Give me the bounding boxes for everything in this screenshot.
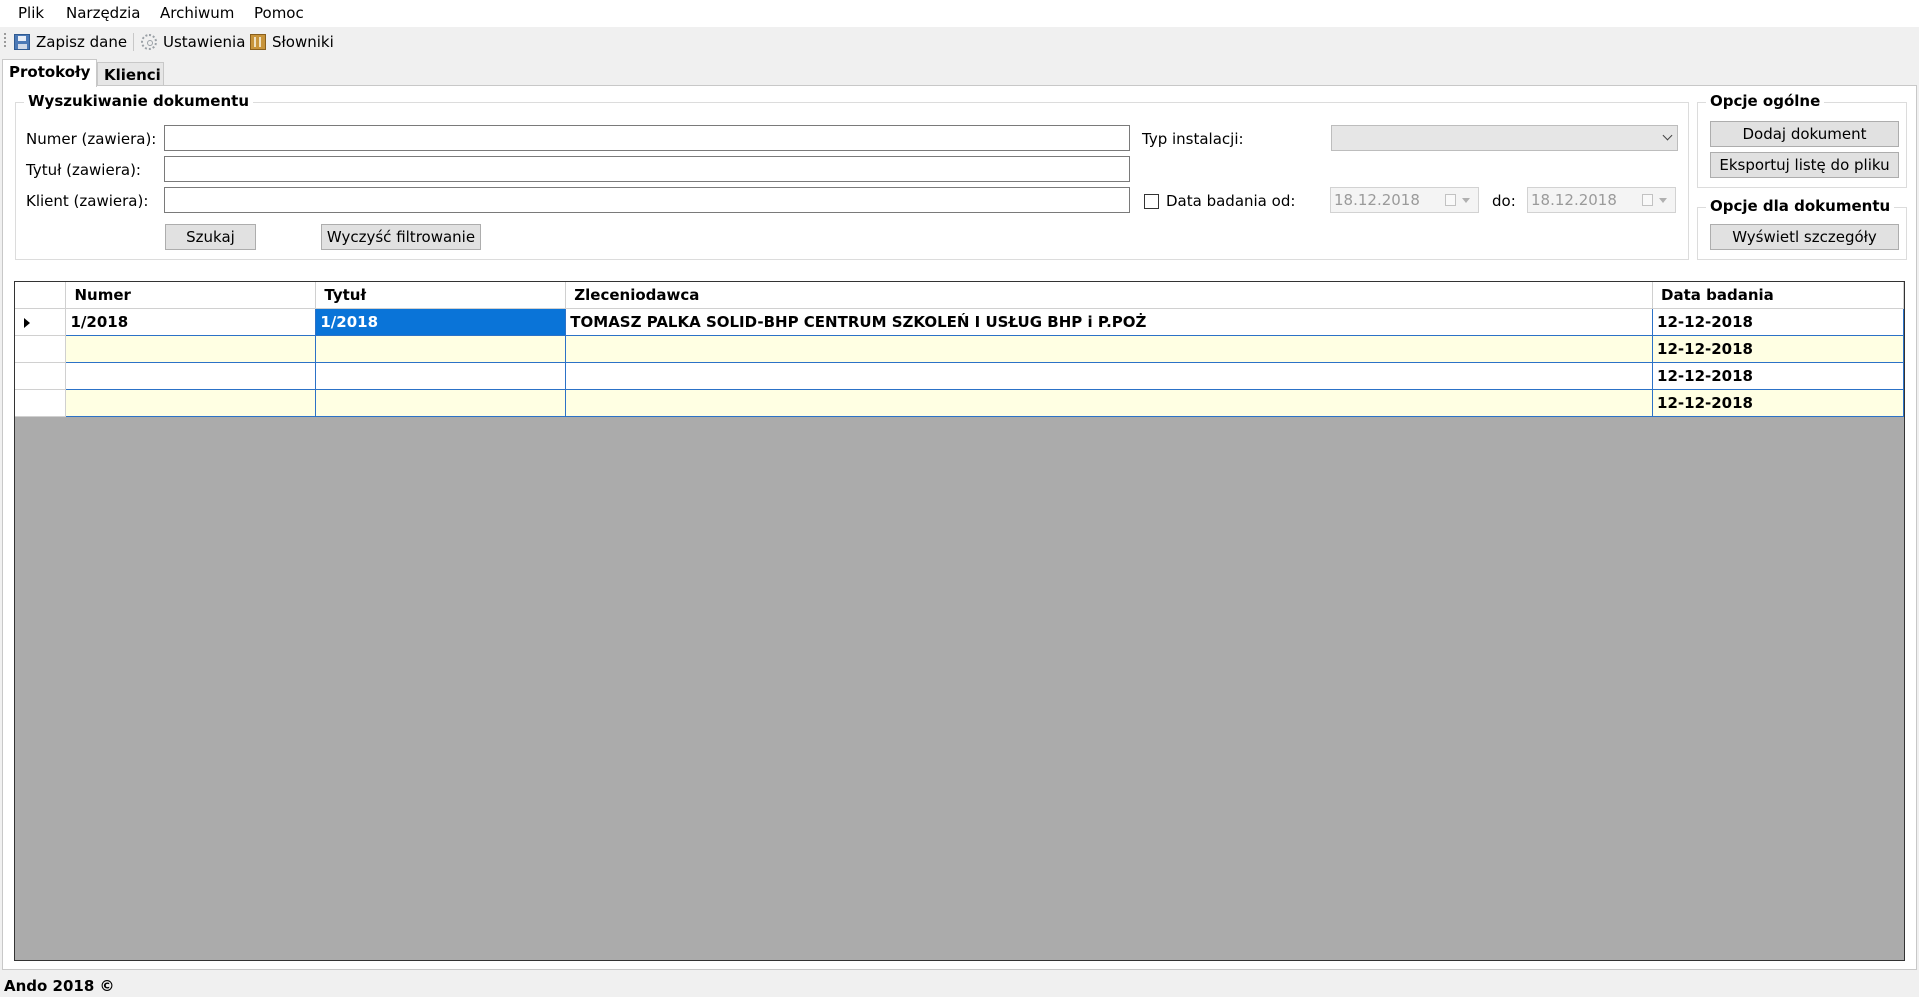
cell-data-badania[interactable]: 12-12-2018	[1652, 334, 1904, 363]
table-row[interactable]: 12-12-2018	[15, 361, 1904, 390]
column-header-data-badania[interactable]: Data badania	[1652, 282, 1904, 309]
table-row[interactable]: 12-12-2018	[15, 334, 1904, 363]
cell-tytul[interactable]	[315, 334, 567, 363]
client-label: Klient (zawiera):	[26, 192, 149, 210]
documents-grid[interactable]: Numer Tytuł Zleceniodawca Data badania 1…	[14, 281, 1905, 961]
date-from-value: 18.12.2018	[1334, 191, 1420, 209]
current-row-arrow-icon	[24, 317, 30, 328]
document-options-group: Opcje dla dokumentu Wyświetl szczegóły	[1697, 197, 1907, 260]
documents-table: Numer Tytuł Zleceniodawca Data badania 1…	[15, 282, 1904, 417]
book-icon	[250, 34, 266, 50]
number-input[interactable]	[164, 125, 1130, 151]
clear-filter-button[interactable]: Wyczyść filtrowanie	[321, 224, 481, 250]
cell-tytul[interactable]: 1/2018	[315, 307, 567, 336]
show-details-button[interactable]: Wyświetl szczegóły	[1710, 224, 1899, 250]
date-to-label: do:	[1492, 192, 1516, 210]
date-to-picker[interactable]: 18.12.2018	[1527, 187, 1676, 213]
gear-icon	[141, 34, 157, 50]
table-row[interactable]: 12-12-2018	[15, 388, 1904, 417]
column-header-zleceniodawca[interactable]: Zleceniodawca	[565, 282, 1654, 309]
save-icon	[14, 34, 30, 50]
menu-archiwum[interactable]: Archiwum	[160, 4, 234, 22]
cell-numer[interactable]: 1/2018	[65, 307, 317, 336]
cell-numer[interactable]	[65, 388, 317, 417]
row-header[interactable]	[15, 362, 67, 390]
cell-numer[interactable]	[65, 361, 317, 390]
chevron-down-icon	[1662, 130, 1673, 141]
status-text: Ando 2018 ©	[4, 977, 115, 995]
date-to-value: 18.12.2018	[1531, 191, 1617, 209]
dropdown-arrow-icon	[1659, 198, 1667, 203]
cell-data-badania[interactable]: 12-12-2018	[1652, 388, 1904, 417]
date-filter-checkbox[interactable]	[1144, 194, 1159, 209]
save-data-button[interactable]: Zapisz dane	[14, 32, 127, 52]
search-group-title: Wyszukiwanie dokumentu	[24, 92, 254, 110]
row-header-corner	[15, 282, 67, 309]
column-header-numer[interactable]: Numer	[65, 282, 317, 309]
menu-bar: Plik Narzędzia Archiwum Pomoc	[0, 0, 1919, 27]
search-group: Wyszukiwanie dokumentu Numer (zawiera): …	[15, 92, 1689, 260]
document-options-title: Opcje dla dokumentu	[1706, 197, 1895, 215]
settings-button[interactable]: Ustawienia	[141, 32, 245, 52]
dictionaries-label: Słowniki	[272, 33, 334, 51]
cell-tytul[interactable]	[315, 361, 567, 390]
search-button[interactable]: Szukaj	[165, 224, 256, 250]
toolbar-separator	[133, 33, 134, 51]
add-document-button[interactable]: Dodaj dokument	[1710, 121, 1899, 147]
status-bar: Ando 2018 ©	[0, 973, 1919, 997]
title-label: Tytuł (zawiera):	[26, 161, 141, 179]
dropdown-arrow-icon	[1462, 198, 1470, 203]
cell-numer[interactable]	[65, 334, 317, 363]
menu-pomoc[interactable]: Pomoc	[254, 4, 304, 22]
install-type-select[interactable]	[1331, 125, 1678, 151]
date-from-picker[interactable]: 18.12.2018	[1330, 187, 1479, 213]
save-data-label: Zapisz dane	[36, 33, 128, 51]
export-list-button[interactable]: Eksportuj listę do pliku	[1710, 152, 1899, 178]
cell-zleceniodawca[interactable]	[565, 361, 1654, 390]
menu-narzedzia[interactable]: Narzędzia	[66, 4, 140, 22]
dictionaries-button[interactable]: Słowniki	[250, 32, 334, 52]
menu-plik[interactable]: Plik	[18, 4, 44, 22]
client-input[interactable]	[164, 187, 1130, 213]
calendar-icon	[1642, 194, 1653, 206]
cell-tytul[interactable]	[315, 388, 567, 417]
table-row[interactable]: 1/2018 1/2018 TOMASZ PALKA SOLID-BHP CEN…	[15, 307, 1904, 336]
title-input[interactable]	[164, 156, 1130, 182]
toolbar-grip[interactable]	[4, 33, 6, 49]
toolbar: Zapisz dane Ustawienia Słowniki	[0, 27, 1919, 57]
column-header-tytul[interactable]: Tytuł	[315, 282, 567, 309]
row-header[interactable]	[15, 308, 67, 336]
row-header[interactable]	[15, 335, 67, 363]
cell-zleceniodawca[interactable]	[565, 334, 1654, 363]
date-from-label: Data badania od:	[1166, 192, 1296, 210]
row-header[interactable]	[15, 389, 67, 417]
tab-klienci[interactable]: Klienci	[97, 62, 164, 86]
cell-data-badania[interactable]: 12-12-2018	[1652, 307, 1904, 336]
settings-label: Ustawienia	[163, 33, 246, 51]
cell-data-badania[interactable]: 12-12-2018	[1652, 361, 1904, 390]
cell-zleceniodawca[interactable]	[565, 388, 1654, 417]
general-options-group: Opcje ogólne Dodaj dokument Eksportuj li…	[1697, 92, 1907, 188]
general-options-title: Opcje ogólne	[1706, 92, 1825, 110]
table-header-row: Numer Tytuł Zleceniodawca Data badania	[15, 282, 1904, 309]
tab-protokoly[interactable]: Protokoły	[2, 59, 97, 87]
number-label: Numer (zawiera):	[26, 130, 157, 148]
calendar-icon	[1445, 194, 1456, 206]
cell-zleceniodawca[interactable]: TOMASZ PALKA SOLID-BHP CENTRUM SZKOLEŃ I…	[565, 307, 1654, 336]
install-type-label: Typ instalacji:	[1142, 130, 1244, 148]
